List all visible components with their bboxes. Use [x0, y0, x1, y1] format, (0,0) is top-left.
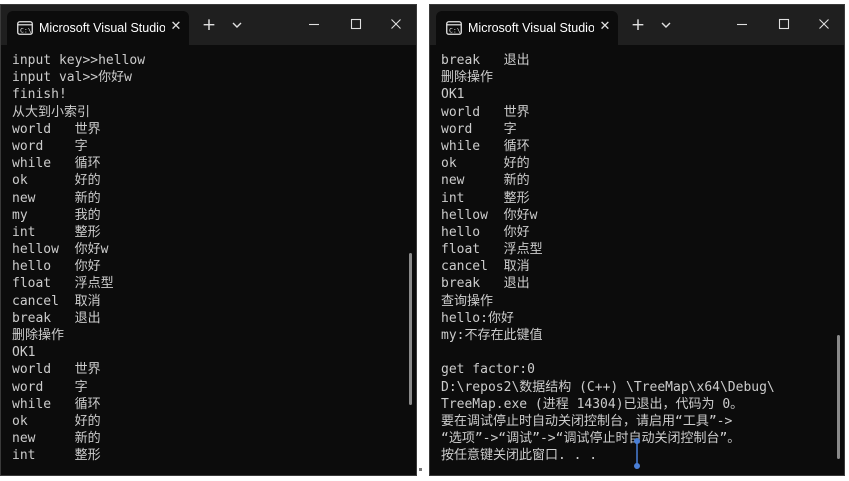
console-line: hello 你好	[441, 224, 530, 240]
console-line: new 新的	[12, 190, 101, 206]
svg-text:C:\: C:\	[449, 27, 461, 35]
console-line: hello 你好	[12, 259, 101, 275]
console-line: hello:你好	[441, 310, 514, 326]
maximize-button[interactable]	[335, 5, 377, 45]
new-tab-button[interactable]: +	[199, 15, 219, 35]
console-line: ok 好的	[12, 173, 101, 189]
console-line: OK1	[441, 87, 465, 103]
minimize-button[interactable]	[293, 5, 335, 45]
console-line: while 循环	[441, 138, 530, 154]
console-line: finish!	[12, 87, 67, 103]
console-line: while 循环	[12, 396, 101, 412]
console-line: hellow 你好w	[441, 207, 538, 223]
console-output[interactable]: break 退出 删除操作 OK1 world 世界 word 字 while 循环 ok …	[441, 52, 832, 475]
new-tab-button[interactable]: +	[628, 15, 648, 35]
divider-dot	[419, 468, 422, 471]
console-line: world 世界	[441, 104, 530, 120]
maximize-button[interactable]	[763, 5, 805, 45]
console-line: world 世界	[12, 362, 101, 378]
console-line: new 新的	[441, 173, 530, 189]
terminal-window-right: C:\ Microsoft Visual Studio ✕ + break 退出…	[429, 4, 845, 476]
console-line: break 退出	[12, 310, 101, 326]
title-bar: C:\ Microsoft Visual Studio ✕ +	[430, 5, 844, 45]
console-line: word 字	[12, 379, 88, 395]
console-line: int 整形	[12, 224, 101, 240]
console-line: TreeMap.exe (进程 14304)已退出，代码为 0。	[441, 396, 744, 412]
console-line: new 新的	[12, 431, 101, 447]
minimize-button[interactable]	[721, 5, 763, 45]
tab-title: Microsoft Visual Studio	[39, 21, 165, 35]
console-line: my:不存在此键值	[441, 328, 543, 343]
console-line: my 我的	[12, 207, 101, 223]
text-cursor-icon	[632, 438, 642, 470]
close-button[interactable]	[803, 5, 844, 45]
console-line: input key>>hellow	[12, 53, 146, 68]
scrollbar[interactable]	[409, 253, 412, 405]
console-line: world 世界	[12, 121, 101, 137]
console-line: ok 好的	[12, 413, 101, 429]
console-line: while 循环	[12, 156, 101, 172]
console-line: get factor:0	[441, 362, 535, 378]
console-line: OK1	[12, 345, 36, 361]
console-line: cancel 取消	[441, 259, 530, 275]
tab-title: Microsoft Visual Studio	[468, 21, 594, 35]
chevron-down-icon[interactable]	[658, 15, 674, 35]
terminal-icon: C:\	[17, 20, 33, 35]
close-button[interactable]	[375, 5, 416, 45]
console-line: int 整形	[441, 190, 530, 206]
terminal-tab[interactable]: C:\ Microsoft Visual Studio ✕	[436, 11, 618, 45]
console-line: float 浮点型	[12, 276, 114, 292]
console-line: 查询操作	[441, 293, 494, 309]
terminal-window-left: C:\ Microsoft Visual Studio ✕ + input ke…	[0, 4, 417, 476]
console-line: word 字	[12, 138, 88, 154]
console-line: float 浮点型	[441, 242, 543, 258]
terminal-tab[interactable]: C:\ Microsoft Visual Studio ✕	[7, 11, 189, 45]
title-bar: C:\ Microsoft Visual Studio ✕ +	[1, 5, 416, 45]
console-line: hellow 你好w	[12, 242, 109, 258]
svg-text:C:\: C:\	[20, 27, 32, 35]
console-line: break 退出	[441, 53, 530, 68]
console-line: input val>>你好w	[12, 70, 132, 86]
console-line: 要在调试停止时自动关闭控制台，请启用“工具”->	[441, 413, 733, 429]
console-output[interactable]: input key>>hellow input val>>你好w finish! 从大…	[12, 52, 404, 475]
console-line: 删除操作	[12, 328, 65, 343]
console-line: cancel 取消	[12, 293, 101, 309]
close-tab-icon[interactable]: ✕	[596, 18, 614, 36]
console-line: break 退出	[441, 276, 530, 292]
chevron-down-icon[interactable]	[229, 15, 245, 35]
console-line: ok 好的	[441, 156, 530, 172]
terminal-icon: C:\	[446, 20, 462, 35]
scrollbar[interactable]	[837, 335, 840, 459]
console-line: int 整形	[12, 448, 101, 464]
console-line: D:\repos2\数据结构 (C++) \TreeMap\x64\Debug\	[441, 379, 775, 395]
console-line: 删除操作	[441, 70, 494, 86]
console-line: 从大到小索引	[12, 104, 91, 120]
close-tab-icon[interactable]: ✕	[167, 18, 185, 36]
console-line: word 字	[441, 121, 517, 137]
